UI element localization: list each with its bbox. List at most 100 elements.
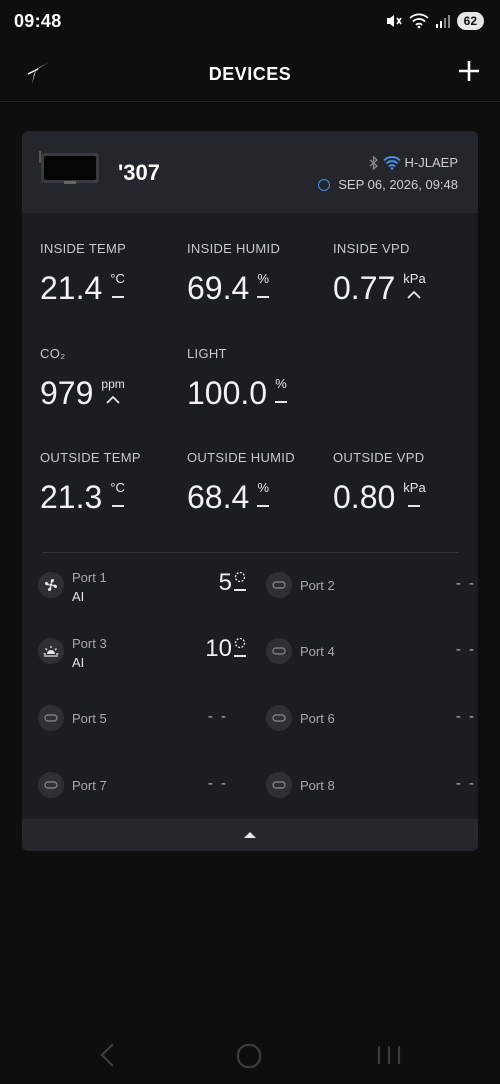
port-level: 10 (205, 635, 232, 662)
port-name: Port 5 (72, 711, 107, 726)
metric-unit: kPa (403, 271, 426, 286)
port-level: 5 (218, 569, 232, 596)
plug-icon (38, 705, 64, 731)
metric-label: LIGHT (187, 346, 227, 361)
metric-label: OUTSIDE VPD (333, 450, 425, 465)
port-level: - - (207, 775, 228, 792)
add-device-button[interactable] (456, 58, 482, 84)
metric-outside-humid[interactable]: OUTSIDE HUMID 68.4 % (187, 450, 332, 515)
metric-label: INSIDE HUMID (187, 241, 281, 256)
plug-icon (266, 638, 292, 664)
bluetooth-icon (369, 155, 378, 170)
collapse-button[interactable] (22, 819, 478, 851)
metric-value: 21.3 (40, 479, 103, 515)
page-title: DEVICES (208, 64, 292, 84)
metric-unit: °C (110, 480, 125, 495)
sun-icon (38, 638, 64, 664)
metric-unit: % (275, 376, 287, 391)
port-name: Port 1 (72, 570, 107, 585)
port-3[interactable]: Port 3 AI 10 (38, 633, 248, 673)
metric-unit: % (257, 480, 270, 495)
connection-status: H-JLAEP (369, 155, 458, 170)
controller-image (39, 151, 99, 184)
metric-unit: ppm (101, 377, 125, 391)
plug-icon (266, 705, 292, 731)
metric-inside-temp[interactable]: INSIDE TEMP 21.4 °C (40, 241, 185, 306)
top-bar: DEVICES (0, 44, 500, 102)
plug-icon (38, 772, 64, 798)
port-level: - - (455, 641, 476, 658)
port-mode: AI (72, 589, 85, 604)
port-4[interactable]: Port 4 - - (266, 633, 476, 673)
trend-up-icon (106, 395, 120, 404)
port-2[interactable]: Port 2 - - (266, 567, 476, 607)
speed-gauge-icon (234, 637, 246, 649)
metric-label: INSIDE VPD (333, 241, 410, 256)
port-name: Port 4 (300, 644, 335, 659)
sync-status-icon (318, 178, 331, 191)
wifi-icon (382, 155, 401, 170)
metric-value: 0.77 (333, 270, 396, 306)
wifi-icon (409, 13, 429, 29)
status-time: 09:48 (14, 11, 62, 31)
metric-label: INSIDE TEMP (40, 241, 127, 256)
port-8[interactable]: Port 8 - - (266, 767, 476, 807)
metric-label: OUTSIDE HUMID (187, 450, 295, 465)
mute-icon (386, 15, 402, 27)
metric-value: 68.4 (187, 479, 250, 515)
port-name: Port 7 (72, 778, 107, 793)
plug-icon (266, 572, 292, 598)
port-level: - - (455, 708, 476, 725)
metric-value: 100.0 (187, 375, 268, 411)
home-icon[interactable] (236, 1043, 262, 1069)
metric-unit: °C (110, 271, 125, 286)
datetime-text: SEP 06, 2026, 09:48 (338, 177, 458, 192)
trend-flat-icon (234, 655, 246, 657)
port-7[interactable]: Port 7 - - (38, 767, 248, 807)
trend-flat-icon (257, 296, 270, 298)
network-name: H-JLAEP (404, 155, 458, 170)
port-name: Port 3 (72, 636, 107, 651)
port-name: Port 6 (300, 711, 335, 726)
port-name: Port 2 (300, 578, 335, 593)
metric-value: 69.4 (187, 270, 250, 306)
metric-inside-humid[interactable]: INSIDE HUMID 69.4 % (187, 241, 332, 306)
metric-label: OUTSIDE TEMP (40, 450, 141, 465)
metric-inside-vpd[interactable]: INSIDE VPD 0.77 kPa (333, 241, 478, 306)
metric-outside-temp[interactable]: OUTSIDE TEMP 21.3 °C (40, 450, 185, 515)
back-icon[interactable] (98, 1042, 118, 1068)
trend-flat-icon (275, 401, 288, 403)
device-card[interactable]: '307 H-JLAEP SEP 06, 2026, 09:48 INSIDE … (22, 131, 478, 851)
metric-value: 21.4 (40, 270, 103, 306)
port-level: - - (455, 775, 476, 792)
recent-apps-icon[interactable] (376, 1044, 402, 1066)
trend-flat-icon (408, 505, 421, 507)
metric-value: 0.80 (333, 479, 396, 515)
divider (42, 552, 458, 553)
port-mode: AI (72, 655, 85, 670)
trend-flat-icon (257, 505, 270, 507)
metric-co2[interactable]: CO₂ 979 ppm (40, 346, 185, 411)
metric-outside-vpd[interactable]: OUTSIDE VPD 0.80 kPa (333, 450, 478, 515)
port-5[interactable]: Port 5 - - (38, 700, 248, 740)
device-card-header[interactable]: '307 H-JLAEP SEP 06, 2026, 09:48 (22, 131, 478, 213)
status-icons: 62 (385, 12, 484, 30)
trend-flat-icon (111, 505, 124, 507)
metric-value: 979 (40, 375, 94, 411)
port-1[interactable]: Port 1 AI 5 (38, 567, 248, 607)
trend-flat-icon (234, 589, 246, 591)
port-6[interactable]: Port 6 - - (266, 700, 476, 740)
plus-icon (459, 61, 479, 81)
metric-light[interactable]: LIGHT 100.0 % (187, 346, 332, 411)
caret-up-icon (244, 832, 256, 838)
device-datetime: SEP 06, 2026, 09:48 (318, 177, 458, 192)
status-bar: 09:48 62 (0, 0, 500, 44)
device-name: '307 (118, 160, 160, 185)
signal-icon (435, 15, 450, 28)
trend-flat-icon (111, 296, 124, 298)
plug-icon (266, 772, 292, 798)
metric-label: CO₂ (40, 346, 66, 361)
system-nav-bar (0, 1030, 500, 1080)
port-level: - - (207, 708, 228, 725)
port-name: Port 8 (300, 778, 335, 793)
